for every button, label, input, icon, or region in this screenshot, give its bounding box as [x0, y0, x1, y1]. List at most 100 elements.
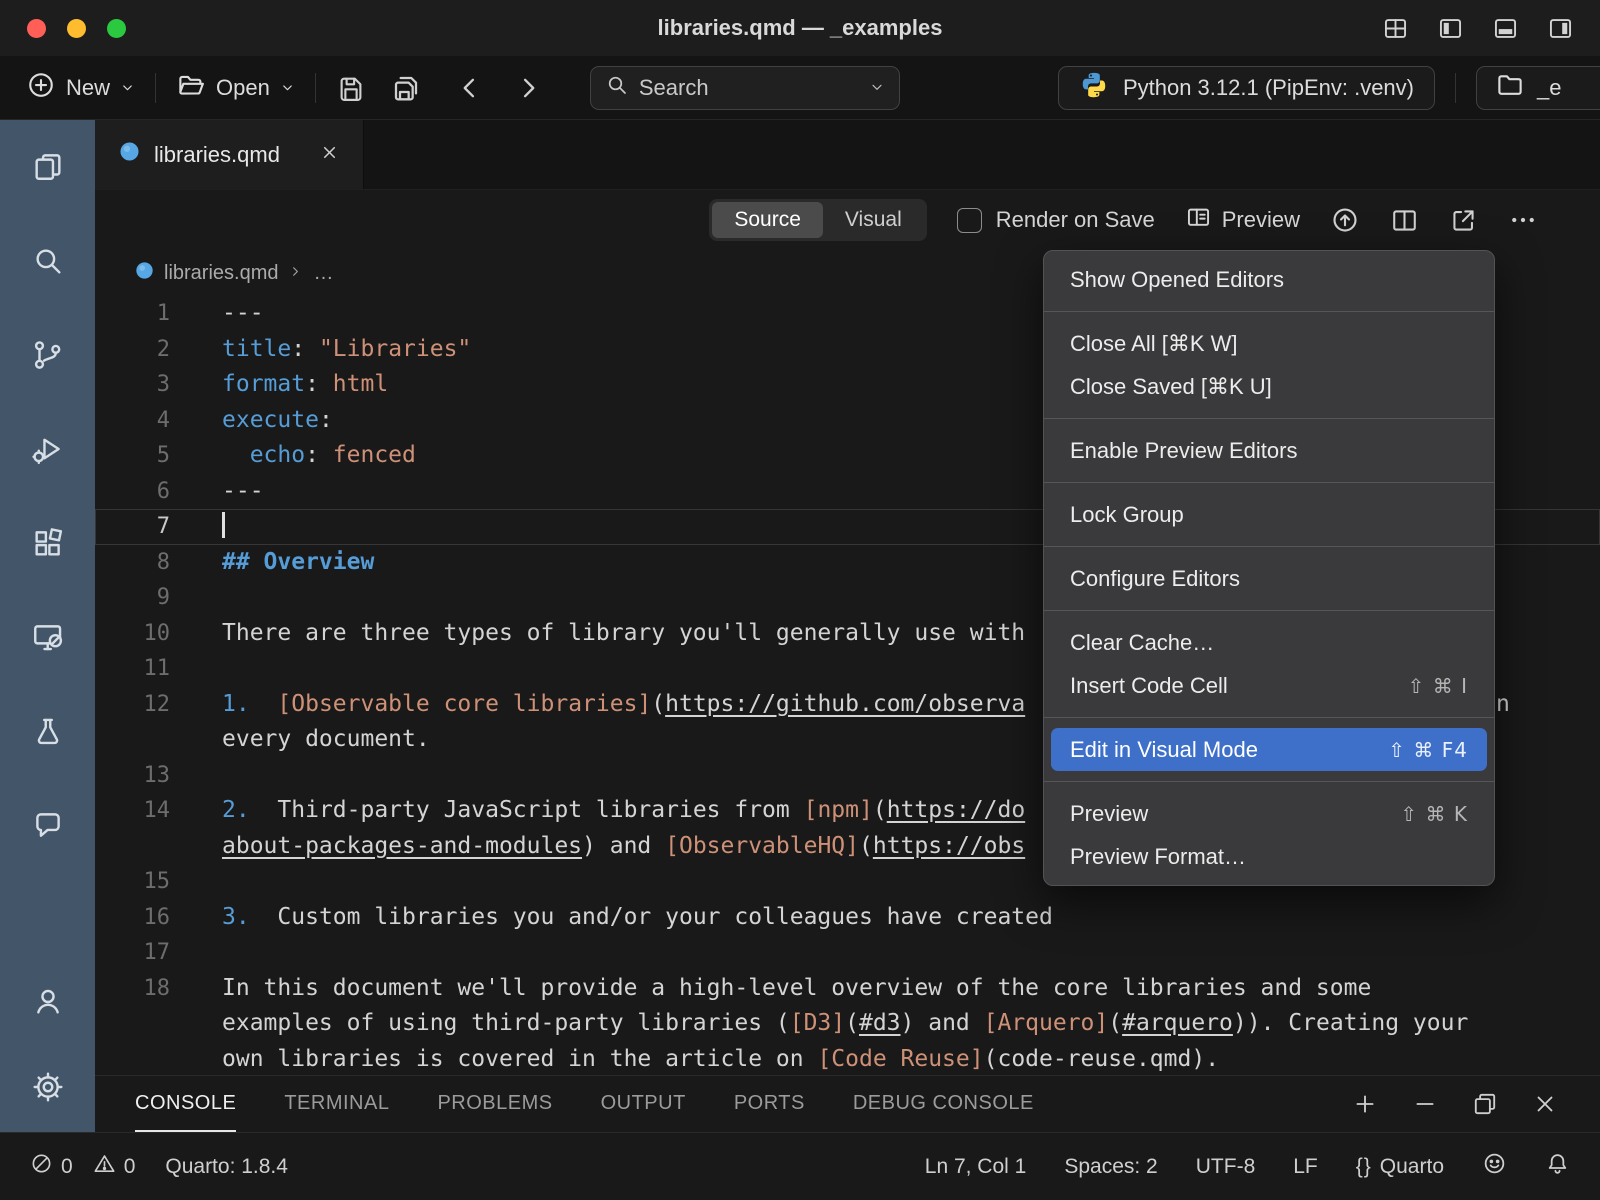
menu-item-enable-preview-editors[interactable]: Enable Preview Editors [1051, 429, 1487, 472]
panel-tab-ports[interactable]: PORTS [734, 1076, 805, 1132]
minimize-window-button[interactable] [67, 19, 86, 38]
workspace-folder-button[interactable]: _e [1476, 66, 1600, 110]
zoom-window-button[interactable] [107, 19, 126, 38]
source-control-icon[interactable] [0, 338, 95, 372]
close-tab-icon[interactable] [320, 142, 339, 168]
run-debug-icon[interactable] [0, 432, 95, 466]
code-text[interactable]: 2. Third-party JavaScript libraries from… [222, 793, 1025, 829]
line-number[interactable]: 15 [95, 864, 170, 900]
notifications-bell-icon[interactable] [1545, 1151, 1570, 1182]
close-panel-icon[interactable] [1532, 1091, 1558, 1117]
toggle-panel-icon[interactable] [1492, 15, 1519, 42]
more-actions-button[interactable] [1508, 205, 1538, 235]
panel-tab-output[interactable]: OUTPUT [601, 1076, 686, 1132]
minimize-panel-icon[interactable] [1412, 1091, 1438, 1117]
menu-item-preview[interactable]: Preview⇧ ⌘ K [1051, 792, 1487, 835]
navigate-back-icon[interactable] [456, 74, 484, 102]
encoding-status[interactable]: UTF-8 [1196, 1155, 1256, 1179]
code-text[interactable]: --- [222, 296, 264, 332]
code-text[interactable]: 3. Custom libraries you and/or your coll… [222, 900, 1053, 936]
account-icon[interactable] [0, 984, 95, 1018]
code-line[interactable]: 17 [95, 935, 1600, 971]
split-editor-icon[interactable] [1390, 206, 1419, 235]
code-text[interactable]: own libraries is covered in the article … [222, 1042, 1219, 1076]
search-icon[interactable] [0, 244, 95, 278]
code-line[interactable]: examples of using third-party libraries … [95, 1006, 1600, 1042]
line-number[interactable]: 3 [95, 367, 170, 403]
language-mode-status[interactable]: {} Quarto [1356, 1155, 1444, 1179]
line-number[interactable]: 11 [95, 651, 170, 687]
code-text[interactable]: every document. [222, 722, 430, 758]
source-mode-button[interactable]: Source [712, 202, 823, 238]
code-text[interactable]: echo: fenced [222, 438, 416, 474]
code-text[interactable]: about-packages-and-modules) and [Observa… [222, 829, 1025, 865]
extensions-icon[interactable] [0, 526, 95, 560]
save-icon[interactable] [336, 73, 366, 103]
monitor-preview-icon[interactable] [0, 620, 95, 654]
restore-panel-icon[interactable] [1472, 1091, 1498, 1117]
menu-item-lock-group[interactable]: Lock Group [1051, 493, 1487, 536]
line-number[interactable]: 13 [95, 758, 170, 794]
line-number[interactable]: 4 [95, 403, 170, 439]
eol-status[interactable]: LF [1293, 1155, 1318, 1179]
code-line[interactable]: 18 In this document we'll provide a high-… [95, 971, 1600, 1007]
menu-item-preview-format[interactable]: Preview Format… [1051, 835, 1487, 878]
menu-item-edit-in-visual-mode[interactable]: Edit in Visual Mode⇧ ⌘ F4 [1051, 728, 1487, 771]
code-line[interactable]: own libraries is covered in the article … [95, 1042, 1600, 1076]
settings-gear-icon[interactable] [0, 1070, 95, 1104]
preview-button[interactable]: Preview [1185, 204, 1300, 237]
line-number[interactable]: 17 [95, 935, 170, 971]
menu-item-close-saved-k-u[interactable]: Close Saved [⌘K U] [1051, 365, 1487, 408]
line-number[interactable]: 7 [95, 509, 170, 545]
chat-icon[interactable] [0, 808, 95, 842]
menu-item-close-all-k-w[interactable]: Close All [⌘K W] [1051, 322, 1487, 365]
code-text[interactable]: In this document we'll provide a high-le… [222, 971, 1371, 1007]
line-number[interactable]: 6 [95, 474, 170, 510]
tab-libraries-qmd[interactable]: libraries.qmd [95, 120, 364, 189]
render-on-save-checkbox[interactable] [957, 208, 982, 233]
problems-status[interactable]: 0 0 [30, 1152, 135, 1181]
menu-item-show-opened-editors[interactable]: Show Opened Editors [1051, 258, 1487, 301]
explorer-icon[interactable] [0, 150, 95, 184]
save-all-icon[interactable] [390, 72, 422, 104]
panel-tab-console[interactable]: CONSOLE [135, 1076, 236, 1132]
line-number[interactable] [95, 1042, 170, 1076]
code-text[interactable] [222, 509, 225, 545]
panel-tab-problems[interactable]: PROBLEMS [437, 1076, 552, 1132]
line-number[interactable]: 5 [95, 438, 170, 474]
line-number[interactable]: 14 [95, 793, 170, 829]
line-number[interactable]: 18 [95, 971, 170, 1007]
code-text[interactable]: title: "Libraries" [222, 332, 471, 368]
menu-item-clear-cache[interactable]: Clear Cache… [1051, 621, 1487, 664]
line-number[interactable]: 8 [95, 545, 170, 581]
panel-tab-terminal[interactable]: TERMINAL [284, 1076, 389, 1132]
line-number[interactable] [95, 1006, 170, 1042]
line-number[interactable]: 16 [95, 900, 170, 936]
testing-flask-icon[interactable] [0, 714, 95, 748]
panel-tab-debug-console[interactable]: DEBUG CONSOLE [853, 1076, 1034, 1132]
navigate-forward-icon[interactable] [514, 74, 542, 102]
new-console-plus-icon[interactable] [1352, 1091, 1378, 1117]
new-file-button[interactable]: New [26, 70, 135, 106]
interpreter-selector[interactable]: Python 3.12.1 (PipEnv: .venv) [1058, 66, 1435, 110]
customize-layout-icon[interactable] [1382, 15, 1409, 42]
line-number[interactable]: 1 [95, 296, 170, 332]
menu-item-insert-code-cell[interactable]: Insert Code Cell⇧ ⌘ I [1051, 664, 1487, 707]
line-number[interactable]: 2 [95, 332, 170, 368]
open-in-new-window-icon[interactable] [1449, 206, 1478, 235]
indentation-status[interactable]: Spaces: 2 [1064, 1155, 1157, 1179]
visual-mode-button[interactable]: Visual [823, 202, 924, 238]
code-text[interactable]: ## Overview [222, 545, 374, 581]
feedback-smiley-icon[interactable] [1482, 1151, 1507, 1182]
quarto-version-status[interactable]: Quarto: 1.8.4 [165, 1155, 288, 1179]
close-window-button[interactable] [27, 19, 46, 38]
line-number[interactable]: 12 [95, 687, 170, 723]
line-number[interactable] [95, 722, 170, 758]
code-line[interactable]: 16 3. Custom libraries you and/or your co… [95, 900, 1600, 936]
line-number[interactable] [95, 829, 170, 865]
code-text[interactable]: format: html [222, 367, 388, 403]
toggle-secondary-sidebar-icon[interactable] [1547, 15, 1574, 42]
menu-item-configure-editors[interactable]: Configure Editors [1051, 557, 1487, 600]
line-number[interactable]: 10 [95, 616, 170, 652]
code-text[interactable]: --- [222, 474, 264, 510]
